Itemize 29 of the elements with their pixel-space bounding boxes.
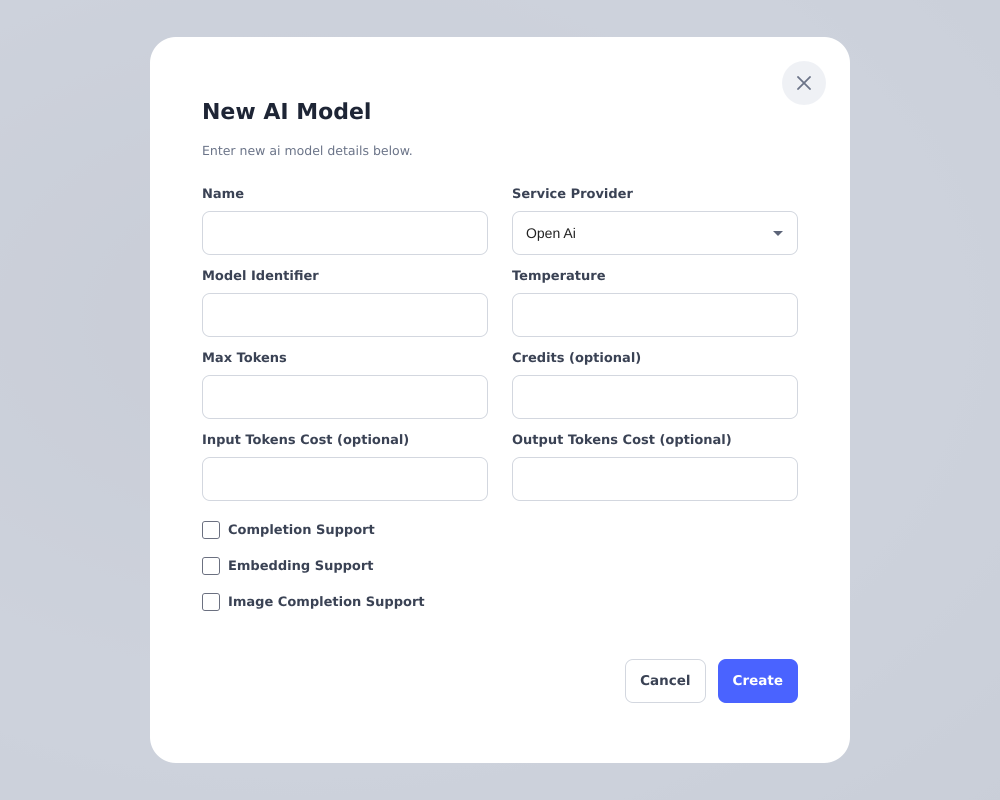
checkbox[interactable]	[202, 593, 220, 611]
field-label: Model Identifier	[202, 269, 320, 285]
dialog-title: New AI Model	[202, 99, 372, 127]
input-field[interactable]	[202, 375, 488, 419]
input-field[interactable]	[202, 293, 488, 337]
field-label: Name	[202, 187, 246, 203]
field-label: Output Tokens Cost (optional)	[512, 433, 733, 449]
input-field[interactable]	[512, 457, 798, 501]
close-icon	[797, 76, 811, 90]
dialog-subtitle: Enter new ai model details below.	[202, 143, 414, 158]
field-label: Service Provider	[512, 187, 634, 203]
caret-icon	[773, 230, 783, 236]
field-label: Credits (optional)	[512, 351, 642, 367]
field-label: Temperature	[512, 269, 607, 285]
checkbox[interactable]	[202, 557, 220, 575]
input-field[interactable]	[512, 293, 798, 337]
create-button[interactable]: Create	[718, 659, 798, 703]
cancel-button[interactable]: Cancel	[625, 659, 706, 703]
checkbox-label[interactable]: Embedding Support	[228, 558, 374, 574]
field-label: Max Tokens	[202, 351, 288, 367]
input-field[interactable]	[512, 375, 798, 419]
checkbox-label[interactable]: Completion Support	[228, 522, 375, 538]
close-button[interactable]	[782, 61, 826, 105]
field-label: Input Tokens Cost (optional)	[202, 433, 410, 449]
input-field[interactable]	[202, 457, 488, 501]
select-field[interactable]: Open Ai	[512, 211, 798, 255]
checkbox-label[interactable]: Image Completion Support	[228, 594, 425, 610]
checkbox[interactable]	[202, 521, 220, 539]
input-field[interactable]	[202, 211, 488, 255]
